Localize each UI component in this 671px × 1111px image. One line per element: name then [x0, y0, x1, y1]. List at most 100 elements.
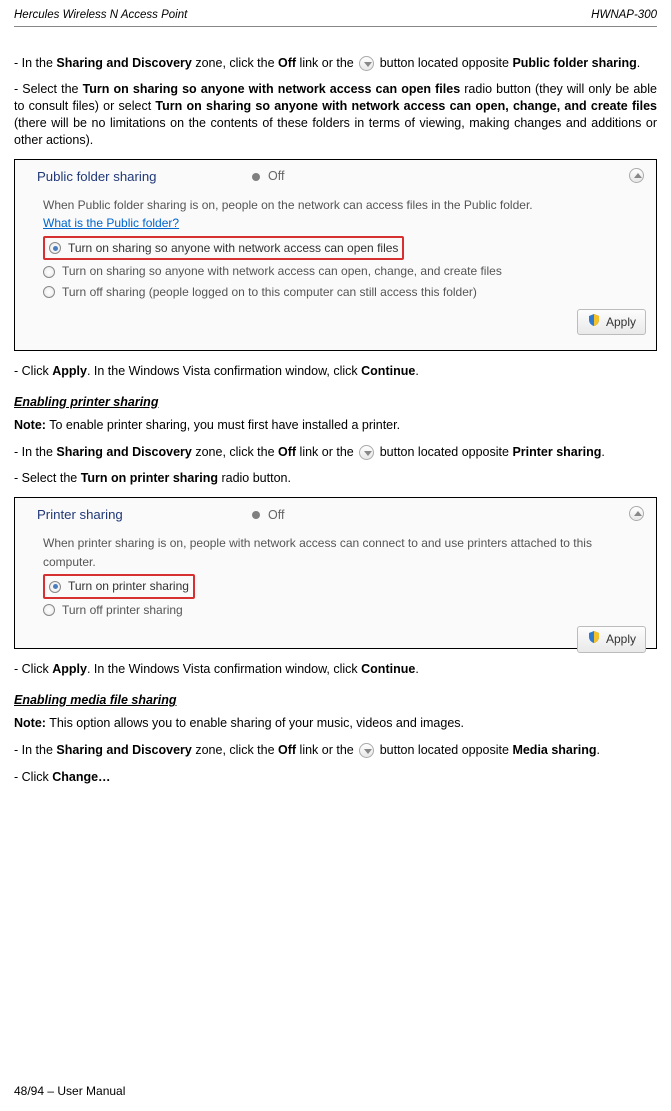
radio-label: Turn off sharing (people logged on to th…	[62, 283, 477, 302]
text: link or the	[296, 445, 357, 459]
text-bold: Continue	[361, 662, 415, 676]
chevron-up-icon[interactable]	[629, 168, 644, 183]
text: .	[596, 743, 599, 757]
text-bold: Sharing and Discovery	[56, 743, 191, 757]
text: - In the	[14, 743, 56, 757]
status-dot-icon	[252, 511, 260, 519]
text-bold: Public folder sharing	[512, 56, 636, 70]
radio-label: Turn on sharing so anyone with network a…	[62, 262, 502, 281]
radio-icon[interactable]	[43, 286, 55, 298]
radio-row: Turn off printer sharing	[43, 600, 638, 621]
radio-row: Turn on printer sharing	[43, 573, 638, 600]
status-off: Off	[252, 168, 284, 185]
text: - Select the	[14, 471, 81, 485]
text: (there will be no limitations on the con…	[14, 116, 657, 147]
page-header: Hercules Wireless N Access Point HWNAP-3…	[14, 8, 657, 27]
heading-enabling-printer-sharing: Enabling printer sharing	[14, 394, 657, 411]
text: button located opposite	[376, 743, 512, 757]
text: - Select the	[14, 82, 83, 96]
chevron-down-icon	[359, 445, 374, 460]
paragraph-4: Note: To enable printer sharing, you mus…	[14, 417, 657, 434]
radio-label: Turn off printer sharing	[62, 601, 183, 620]
text: zone, click the	[192, 743, 278, 757]
radio-label: Turn on sharing so anyone with network a…	[68, 239, 398, 258]
text-bold: Printer sharing	[512, 445, 601, 459]
text-bold: Note:	[14, 418, 46, 432]
text: .	[415, 364, 418, 378]
text: . In the Windows Vista confirmation wind…	[87, 364, 361, 378]
status-text: Off	[268, 168, 284, 185]
text: .	[415, 662, 418, 676]
text: - Click	[14, 364, 52, 378]
shield-icon	[587, 630, 601, 648]
section-body: When Public folder sharing is on, people…	[15, 196, 656, 303]
page-footer: 48/94 – User Manual	[14, 1083, 125, 1099]
text-bold: Off	[278, 56, 296, 70]
chevron-down-icon	[359, 743, 374, 758]
text-bold: Change…	[52, 770, 110, 784]
paragraph-10: - Click Change…	[14, 769, 657, 786]
shield-icon	[587, 313, 601, 331]
text-bold: Apply	[52, 364, 87, 378]
apply-label: Apply	[606, 631, 636, 647]
header-right: HWNAP-300	[591, 8, 657, 24]
text-bold: Turn on sharing so anyone with network a…	[83, 82, 461, 96]
screenshot-public-folder-sharing: Public folder sharing Off When Public fo…	[14, 159, 657, 351]
text: - Click	[14, 770, 52, 784]
section-title: Public folder sharing	[37, 168, 252, 186]
paragraph-1: - In the Sharing and Discovery zone, cli…	[14, 55, 657, 72]
text-bold: Turn on sharing so anyone with network a…	[155, 99, 657, 113]
radio-icon[interactable]	[43, 604, 55, 616]
text: .	[637, 56, 640, 70]
text: link or the	[296, 56, 357, 70]
paragraph-5: - In the Sharing and Discovery zone, cli…	[14, 444, 657, 461]
radio-row: Turn on sharing so anyone with network a…	[43, 261, 638, 282]
heading-enabling-media-file-sharing: Enabling media file sharing	[14, 692, 657, 709]
text: This option allows you to enable sharing…	[46, 716, 464, 730]
radio-icon[interactable]	[49, 581, 61, 593]
text: radio button.	[218, 471, 291, 485]
text: zone, click the	[192, 445, 278, 459]
header-left: Hercules Wireless N Access Point	[14, 8, 187, 24]
link-what-is-public-folder[interactable]: What is the Public folder?	[43, 216, 179, 230]
text-bold: Apply	[52, 662, 87, 676]
apply-button[interactable]: Apply	[577, 626, 646, 652]
text-bold: Continue	[361, 364, 415, 378]
text: - In the	[14, 445, 56, 459]
text: - In the	[14, 56, 56, 70]
paragraph-7: - Click Apply. In the Windows Vista conf…	[14, 661, 657, 678]
status-dot-icon	[252, 173, 260, 181]
section-body: When printer sharing is on, people with …	[15, 534, 656, 620]
text: zone, click the	[192, 56, 278, 70]
text: button located opposite	[376, 445, 512, 459]
section-description: When printer sharing is on, people with …	[43, 534, 638, 571]
text-bold: Media sharing	[512, 743, 596, 757]
chevron-down-icon	[359, 56, 374, 71]
apply-area: Apply	[15, 303, 656, 343]
text-bold: Off	[278, 743, 296, 757]
text-bold: Sharing and Discovery	[56, 445, 191, 459]
screenshot-printer-sharing: Printer sharing Off When printer sharing…	[14, 497, 657, 649]
section-row: Printer sharing Off	[15, 498, 656, 534]
radio-icon[interactable]	[49, 242, 61, 254]
paragraph-6: - Select the Turn on printer sharing rad…	[14, 470, 657, 487]
paragraph-8: Note: This option allows you to enable s…	[14, 715, 657, 732]
apply-area: Apply	[15, 620, 656, 660]
paragraph-2: - Select the Turn on sharing so anyone w…	[14, 81, 657, 149]
paragraph-3: - Click Apply. In the Windows Vista conf…	[14, 363, 657, 380]
text: .	[601, 445, 604, 459]
text: button located opposite	[376, 56, 512, 70]
text: To enable printer sharing, you must firs…	[46, 418, 400, 432]
text: . In the Windows Vista confirmation wind…	[87, 662, 361, 676]
text: link or the	[296, 743, 357, 757]
radio-icon[interactable]	[43, 266, 55, 278]
radio-row: Turn off sharing (people logged on to th…	[43, 282, 638, 303]
status-off: Off	[252, 507, 284, 524]
highlight-box: Turn on printer sharing	[43, 574, 195, 599]
apply-label: Apply	[606, 314, 636, 330]
apply-button[interactable]: Apply	[577, 309, 646, 335]
section-description: When Public folder sharing is on, people…	[43, 196, 638, 215]
text-bold: Off	[278, 445, 296, 459]
status-text: Off	[268, 507, 284, 524]
paragraph-9: - In the Sharing and Discovery zone, cli…	[14, 742, 657, 759]
